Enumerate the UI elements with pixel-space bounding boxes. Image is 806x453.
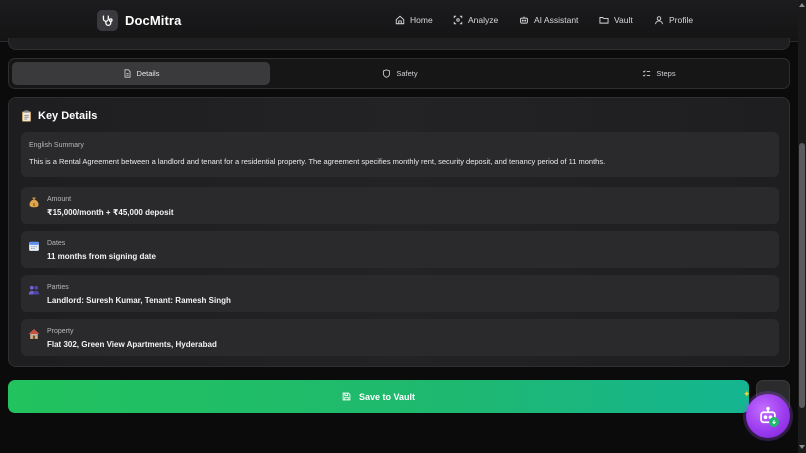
calendar-icon [29,241,39,251]
nav-ai-assistant[interactable]: AI Assistant [519,15,578,25]
dates-value: 11 months from signing date [47,252,156,261]
tab-steps-label: Steps [656,69,676,78]
detail-tabs: Details Safety Steps [8,58,790,89]
scan-icon [453,15,463,25]
detail-row-property: Property Flat 302, Green View Apartments… [21,319,779,356]
detail-row-amount: $ Amount ₹15,000/month + ₹45,000 deposit [21,187,779,224]
tab-safety[interactable]: Safety [271,62,529,85]
detail-row-parties: Parties Landlord: Suresh Kumar, Tenant: … [21,275,779,312]
tab-steps[interactable]: Steps [530,62,788,85]
nav-profile[interactable]: Profile [654,15,693,25]
user-icon [655,16,663,25]
top-navbar: DocMitra Home Analyze AI Assistant Vault… [0,0,798,42]
summary-label: English Summary [29,142,84,149]
previous-card-edge [8,38,790,50]
folder-icon [599,17,609,24]
dates-label: Dates [47,240,66,247]
brand-name: DocMitra [125,13,182,28]
nav-vault-label: Vault [614,15,633,25]
parties-value: Landlord: Suresh Kumar, Tenant: Ramesh S… [47,296,231,305]
nav-profile-label: Profile [669,15,694,25]
parties-label: Parties [47,284,69,291]
checklist-icon [643,70,651,77]
property-label: Property [47,328,74,335]
amount-label: Amount [47,196,72,203]
clipboard-icon [22,110,31,122]
detail-row-dates: Dates 11 months from signing date [21,231,779,268]
shield-icon [383,69,391,78]
summary-text: This is a Rental Agreement between a lan… [29,157,606,166]
money-bag-icon: $ [29,197,39,208]
tab-details-label: Details [136,69,160,78]
nav-home-label: Home [410,15,433,25]
key-details-title-text: Key Details [38,110,98,122]
scrollbar-thumb[interactable] [799,143,805,408]
scroll-up-arrow-icon[interactable] [799,3,805,7]
sparkle-icon: ✦ [743,389,751,399]
house-icon [28,329,40,339]
save-to-vault-label: Save to Vault [358,391,416,402]
people-icon [28,285,40,295]
key-details-card: Key Details English Summary This is a Re… [8,97,790,367]
amount-value: ₹15,000/month + ₹45,000 deposit [47,208,174,217]
nav-analyze[interactable]: Analyze [453,15,498,25]
bot-icon [520,16,528,24]
english-summary: English Summary This is a Rental Agreeme… [21,132,779,177]
stethoscope-icon [97,10,118,31]
tab-safety-label: Safety [396,69,418,78]
nav-analyze-label: Analyze [468,15,499,25]
document-icon [124,69,130,78]
key-details-title: Key Details [21,110,97,122]
save-to-vault-button[interactable]: Save to Vault [8,380,749,413]
save-icon [342,392,351,401]
nav-home[interactable]: Home [395,15,433,25]
download-badge-icon [769,417,779,427]
nav-vault[interactable]: Vault [599,15,633,25]
nav-ai-assistant-label: AI Assistant [534,15,579,25]
floating-assistant-button[interactable] [746,394,790,438]
brand[interactable]: DocMitra [97,10,181,31]
home-icon [395,15,405,25]
scroll-down-arrow-icon[interactable] [799,445,805,449]
property-value: Flat 302, Green View Apartments, Hyderab… [47,340,217,349]
svg-text:$: $ [33,202,36,208]
tab-details[interactable]: Details [12,62,270,85]
